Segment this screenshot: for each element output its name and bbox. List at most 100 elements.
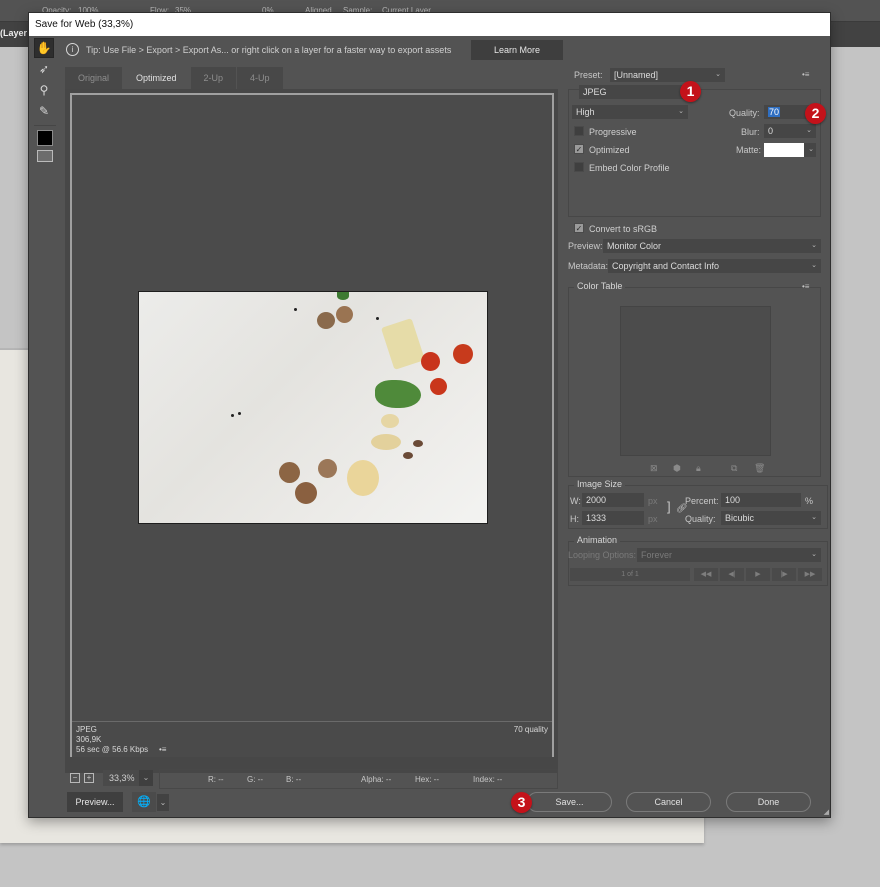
tomato (430, 378, 447, 395)
browser-select-icon[interactable]: 🌐 (132, 792, 156, 812)
width-unit: px (648, 496, 658, 506)
mushroom (336, 306, 353, 323)
pasta (371, 434, 401, 450)
parsley (375, 380, 421, 408)
done-button[interactable]: Done (726, 792, 811, 812)
color-table-menu-icon[interactable]: •≡ (802, 282, 809, 291)
chevron-down-icon: ⌄ (811, 262, 817, 269)
preset-dropdown[interactable]: [Unnamed] ⌄ (610, 68, 725, 82)
pepper (238, 412, 241, 415)
height-unit: px (648, 514, 658, 524)
chevron-down-icon: ⌄ (811, 514, 817, 521)
tab-optimized[interactable]: Optimized (123, 67, 190, 89)
embed-color-profile-checkbox[interactable] (574, 162, 584, 172)
dialog-toolbar: ✋ ➶ ⚲ ✎ (34, 38, 56, 166)
matte-color-swatch[interactable] (764, 143, 804, 157)
convert-srgb-label: Convert to sRGB (589, 224, 658, 234)
preset-value: [Unnamed] (614, 70, 659, 80)
zoom-in-button[interactable]: + (84, 773, 94, 783)
percent-unit: % (805, 496, 814, 506)
preview-color-dropdown[interactable]: Monitor Color ⌄ (603, 239, 821, 253)
tab-4-up[interactable]: 4-Up (237, 67, 283, 89)
cancel-button[interactable]: Cancel (626, 792, 711, 812)
mushroom (317, 312, 335, 329)
optimized-label: Optimized (589, 145, 630, 155)
tip-bar: i Tip: Use File > Export > Export As... … (59, 38, 831, 62)
save-for-web-dialog: Save for Web (33,3%) ✋ ➶ ⚲ ✎ i Tip: Use … (28, 12, 831, 818)
web-shift-icon[interactable]: ⬢ (673, 463, 681, 474)
mushroom (295, 482, 317, 504)
zoom-tool[interactable]: ⚲ (34, 80, 54, 100)
zoom-level-dropdown[interactable]: ⌄ (139, 770, 153, 786)
preset-label: Preset: (574, 70, 603, 80)
quality-preset-value: High (576, 107, 595, 117)
eyedropper-color-swatch[interactable] (37, 130, 53, 146)
chevron-down-icon: ⌄ (811, 551, 817, 558)
download-rate-menu-icon[interactable]: •≡ (159, 745, 166, 754)
tomato (453, 344, 473, 364)
color-table-grid[interactable] (620, 306, 771, 456)
mushroom (318, 459, 337, 478)
mushroom (279, 462, 300, 483)
lock-color-icon[interactable]: 🔒︎ (696, 463, 701, 474)
preview-image (138, 291, 488, 524)
tab-original[interactable]: Original (65, 67, 123, 89)
save-button[interactable]: Save... (527, 792, 612, 812)
quality-preset-dropdown[interactable]: High ⌄ (572, 105, 688, 119)
width-field[interactable]: 2000 (582, 493, 644, 507)
toggle-slices-visibility-icon[interactable] (37, 150, 53, 162)
hand-tool[interactable]: ✋ (34, 38, 54, 58)
first-frame-button[interactable]: ◀◀ (694, 568, 718, 581)
previous-frame-button[interactable]: ◀| (720, 568, 744, 581)
browser-dropdown[interactable]: ⌄ (157, 794, 169, 811)
looping-options-label: Looping Options: (568, 550, 637, 560)
map-to-web-icon[interactable]: ⊠ (650, 463, 658, 474)
percent-field[interactable]: 100 (721, 493, 801, 507)
color-table-title: Color Table (574, 281, 626, 291)
annotation-badge-2: 2 (805, 103, 826, 124)
tab-2-up[interactable]: 2-Up (190, 67, 237, 89)
resize-grip-icon[interactable]: ◢ (824, 808, 829, 816)
play-button[interactable]: ▶ (746, 568, 770, 581)
metadata-dropdown[interactable]: Copyright and Contact Info ⌄ (608, 259, 821, 273)
looping-options-dropdown[interactable]: Forever ⌄ (637, 548, 821, 562)
almond (413, 440, 423, 447)
chevron-down-icon: ⌄ (715, 71, 721, 78)
blur-field[interactable]: 0 ⌄ (764, 124, 816, 138)
preview-in-browser-button[interactable]: Preview... (67, 792, 123, 812)
eyedropper-icon: ✎ (38, 104, 50, 118)
format-readout: JPEG (76, 725, 97, 734)
height-value: 1333 (586, 513, 607, 523)
preview-info-bar: JPEG 306,9K 56 sec @ 56.6 Kbps •≡ 70 qua… (72, 721, 552, 757)
resample-quality-dropdown[interactable]: Bicubic ⌄ (721, 511, 821, 525)
width-value: 2000 (586, 495, 607, 505)
matte-dropdown[interactable]: ⌄ (804, 143, 816, 157)
alpha-readout: Alpha: -- (361, 775, 392, 784)
learn-more-button[interactable]: Learn More (471, 40, 563, 60)
hand-icon: ✋ (36, 41, 52, 55)
last-frame-button[interactable]: ▶▶ (798, 568, 822, 581)
next-frame-button[interactable]: |▶ (772, 568, 796, 581)
slice-select-tool[interactable]: ➶ (34, 59, 54, 79)
color-readout-box: R: -- G: -- B: -- Alpha: -- Hex: -- Inde… (159, 769, 558, 789)
matte-label: Matte: (736, 145, 762, 155)
trash-icon[interactable]: 🗑︎ (754, 463, 765, 474)
convert-srgb-checkbox[interactable]: ✓ (574, 223, 584, 233)
dialog-title: Save for Web (33,3%) (29, 13, 830, 36)
resample-quality-label: Quality: (685, 514, 716, 524)
optimized-checkbox[interactable]: ✓ (574, 144, 584, 154)
progressive-checkbox[interactable] (574, 126, 584, 136)
chevron-down-icon: ⌄ (811, 242, 817, 249)
new-color-icon[interactable]: ⧉ (731, 463, 737, 474)
optimized-preview-pane[interactable]: JPEG 306,9K 56 sec @ 56.6 Kbps •≡ 70 qua… (70, 93, 554, 757)
height-field[interactable]: 1333 (582, 511, 644, 525)
chevron-down-icon: ⌄ (806, 127, 812, 134)
toolbar-divider (34, 125, 56, 126)
document-tab[interactable]: (Layer (0, 28, 27, 38)
eyedropper-tool[interactable]: ✎ (34, 101, 54, 121)
cheese-wedge (380, 318, 426, 370)
quality-value: 70 (768, 107, 781, 117)
percent-label: Percent: (685, 496, 719, 506)
optimize-menu-icon[interactable]: •≡ (802, 70, 809, 79)
zoom-out-button[interactable]: − (70, 773, 80, 783)
